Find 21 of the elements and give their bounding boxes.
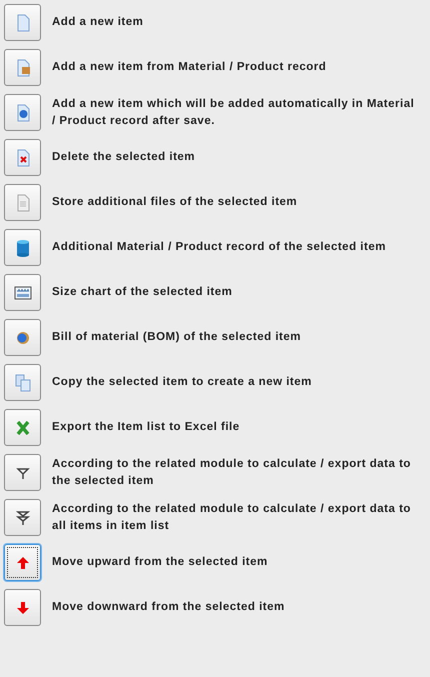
toolbar-button[interactable] [4,454,41,491]
copy-icon [12,372,32,392]
button-description: Add a new item from Material / Product record [52,60,326,75]
button-description: Size chart of the selected item [52,285,232,300]
button-description: According to the related module to calculate / export data to all items in item list [52,502,412,534]
button-description: Bill of material (BOM) of the selected item [52,330,301,345]
up-arrow-icon [16,556,30,570]
button-description: Move downward from the selected item [52,600,285,615]
button-description: According to the related module to calculate / export data to the selected item [52,456,412,488]
button-description: Add a new item which will be added automatically in Material / Product record after save. [52,96,416,128]
toolbar-button[interactable] [4,544,41,581]
toolbar-button[interactable] [4,274,41,311]
button-description: Delete the selected item [52,150,196,165]
button-description: Move upward from the selected item [52,555,268,570]
button-description: Additional Material / Product record of the selected item [52,240,386,255]
button-description: Add a new item [52,15,144,30]
down-arrow-icon [16,600,30,614]
button-description: Store additional files of the selected item [52,195,298,210]
toolbar-button[interactable] [4,499,41,536]
button-description: Export the Item list to Excel file [52,420,240,435]
button-description: Copy the selected item to create a new item [52,375,312,390]
